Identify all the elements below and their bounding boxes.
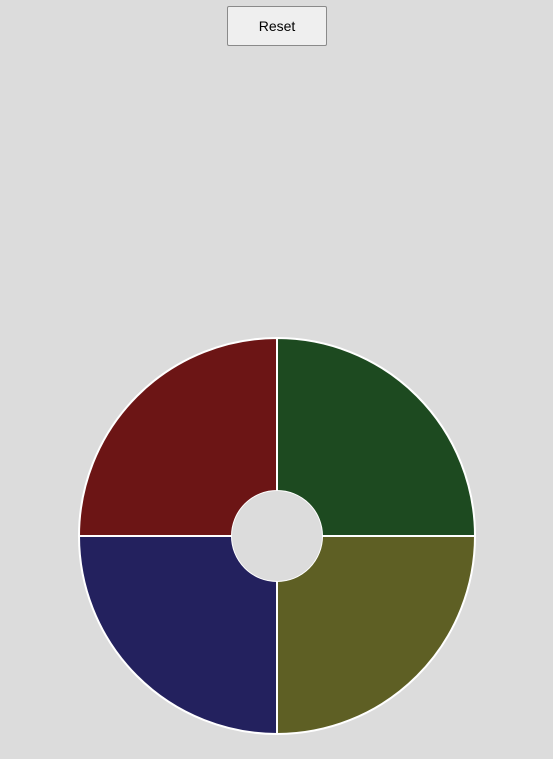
pad-yellow[interactable]: [276, 535, 477, 736]
game-stage: Reset: [0, 0, 553, 759]
simon-board: [77, 336, 477, 736]
reset-button[interactable]: Reset: [227, 6, 327, 46]
pad-green[interactable]: [276, 336, 477, 537]
pad-blue[interactable]: [77, 535, 278, 736]
pad-red[interactable]: [77, 336, 278, 537]
